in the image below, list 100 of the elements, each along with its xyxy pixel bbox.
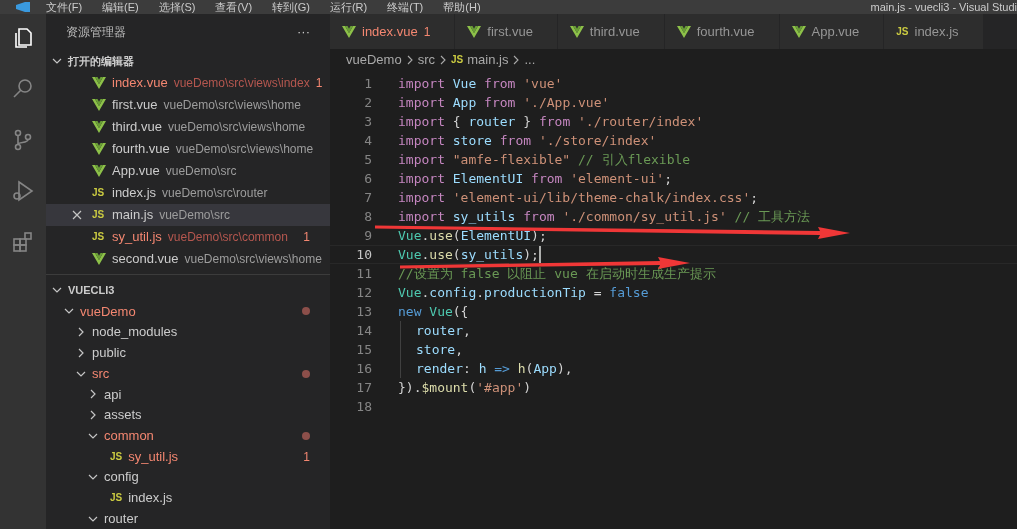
tab-label: index.js [914,22,959,41]
folder-name: api [104,385,122,404]
editor-tab[interactable]: third.vue [557,14,665,49]
breadcrumb-item[interactable]: ... [524,50,536,70]
file-path: vueDemo\src [159,207,230,224]
editor-tab[interactable]: App.vue [779,14,885,49]
v-logo-icon [569,25,584,38]
menu-item[interactable]: 转到(G) [272,1,310,13]
code-line: import App from './App.vue' [398,93,610,112]
open-editor-item[interactable]: second.vue vueDemo\src\views\home [46,248,330,270]
folder-row[interactable]: api [46,383,330,405]
v-logo-icon [92,99,106,111]
file-path: vueDemo\src\router [162,185,268,202]
section-header[interactable]: VUECLI3 [46,279,330,301]
open-editor-item[interactable]: App.vue vueDemo\src [46,160,330,182]
menu-item[interactable]: 选择(S) [158,1,196,13]
chevron-right-icon [405,55,414,65]
section-header[interactable]: 打开的编辑器 [46,50,330,72]
menu-item[interactable]: 帮助(H) [443,1,481,13]
editor-tab[interactable]: index.vue 1 [330,14,456,49]
code-line: import { router } from './router/index' [398,112,704,131]
file-path: vueDemo\src\views\home [167,119,306,136]
v-logo-icon [791,25,806,38]
folder-row[interactable]: vueDemo [46,301,330,322]
folder-row[interactable]: node_modules [46,321,330,343]
code-line: import store from './store/index' [398,131,657,150]
line-number: 6 [363,169,372,188]
code-line: }).$mount('#app') [398,378,532,397]
menu-item[interactable]: 运行(R) [329,1,368,13]
chevron-right-icon [512,55,521,65]
chevron-right-icon[interactable] [88,410,98,421]
file-path: vueDemo\src\views\home [163,97,301,114]
open-editor-item[interactable]: first.vue vueDemo\src\views\home [46,94,330,116]
folder-row[interactable]: public [46,342,330,364]
folder-row[interactable]: router [46,508,330,529]
folder-name: router [104,509,138,528]
line-number: 12 [355,283,372,302]
line-number: 11 [355,264,372,283]
line-number: 5 [363,150,372,169]
menu-item[interactable]: 文件(F) [46,1,83,13]
v-logo-icon [92,143,106,155]
extensions-icon[interactable] [11,230,35,254]
tab-label: third.vue [589,22,640,41]
chevron-right-icon[interactable] [76,327,86,338]
tab-label: first.vue [487,22,533,41]
v-logo-icon [676,25,691,38]
more-actions[interactable]: ··· [297,22,310,42]
v-logo-icon [92,165,106,177]
folder-name: assets [104,406,142,425]
editor-tab[interactable]: first.vue [455,14,558,49]
js-icon: JS [92,188,105,198]
tab-label: App.vue [811,22,860,41]
breadcrumb-item[interactable]: vueDemo [346,50,402,70]
open-editor-item[interactable]: index.vue vueDemo\src\views\index 1 [46,72,330,94]
tab-label: fourth.vue [696,22,755,41]
line-number: 4 [363,131,372,150]
js-icon: JS [92,210,105,220]
line-number: 18 [355,397,372,416]
v-logo-icon [92,253,106,265]
v-logo-icon [467,25,482,38]
open-editor-item[interactable]: JS sy_util.js vueDemo\src\common 1 [46,226,330,248]
file-path: vueDemo\src\views\home [184,251,322,268]
open-editor-item[interactable]: fourth.vue vueDemo\src\views\home [46,138,330,160]
text-cursor [538,246,541,263]
close-icon[interactable] [72,210,82,220]
v-logo-icon [342,25,356,38]
code-line: import "amfe-flexible" // 引入flexible [398,150,691,169]
js-icon: JS [110,492,123,503]
menu-item[interactable]: 终端(T) [387,1,424,13]
editor-tab[interactable]: JS index.js [884,14,984,49]
open-editor-item[interactable]: JS index.js vueDemo\src\router [46,182,330,204]
line-number: 14 [355,321,372,340]
folder-row[interactable]: config [46,466,330,488]
open-editor-item[interactable]: JS main.js vueDemo\src [46,204,330,226]
file-path: vueDemo\src\views\index [173,75,310,92]
menu-item[interactable]: 查看(V) [215,1,253,13]
problem-count: 1 [423,23,431,41]
chevron-right-icon[interactable] [76,347,86,358]
open-editor-item[interactable]: third.vue vueDemo\src\views\home [46,116,330,138]
menu-item[interactable]: 编辑(E) [102,1,139,13]
v-logo-icon [92,121,106,133]
code-line: Vue.use(sy_utils); [398,245,539,264]
file-name: index.js [112,184,157,203]
file-name: index.js [128,489,173,508]
file-row[interactable]: JS sy_util.js 1 [46,446,330,467]
js-icon: JS [92,232,105,242]
folder-name: common [104,427,154,445]
editor-tab[interactable]: fourth.vue [664,14,780,49]
folder-row[interactable]: assets [46,404,330,426]
chevron-down-icon[interactable] [52,56,62,66]
breadcrumb-item[interactable]: src [417,50,435,70]
chevron-down-icon[interactable] [52,285,62,295]
file-row[interactable]: JS index.js [46,487,330,509]
folder-row[interactable]: src [46,363,330,384]
section-title: VUECLI3 [68,282,115,298]
breadcrumb-item[interactable]: main.js [467,50,509,70]
run-debug-icon[interactable] [11,179,35,203]
chevron-right-icon[interactable] [88,389,98,400]
folder-row[interactable]: common [46,425,330,447]
code-line: import sy_utils from './common/sy_util.js' // 工具方法 [398,207,811,226]
